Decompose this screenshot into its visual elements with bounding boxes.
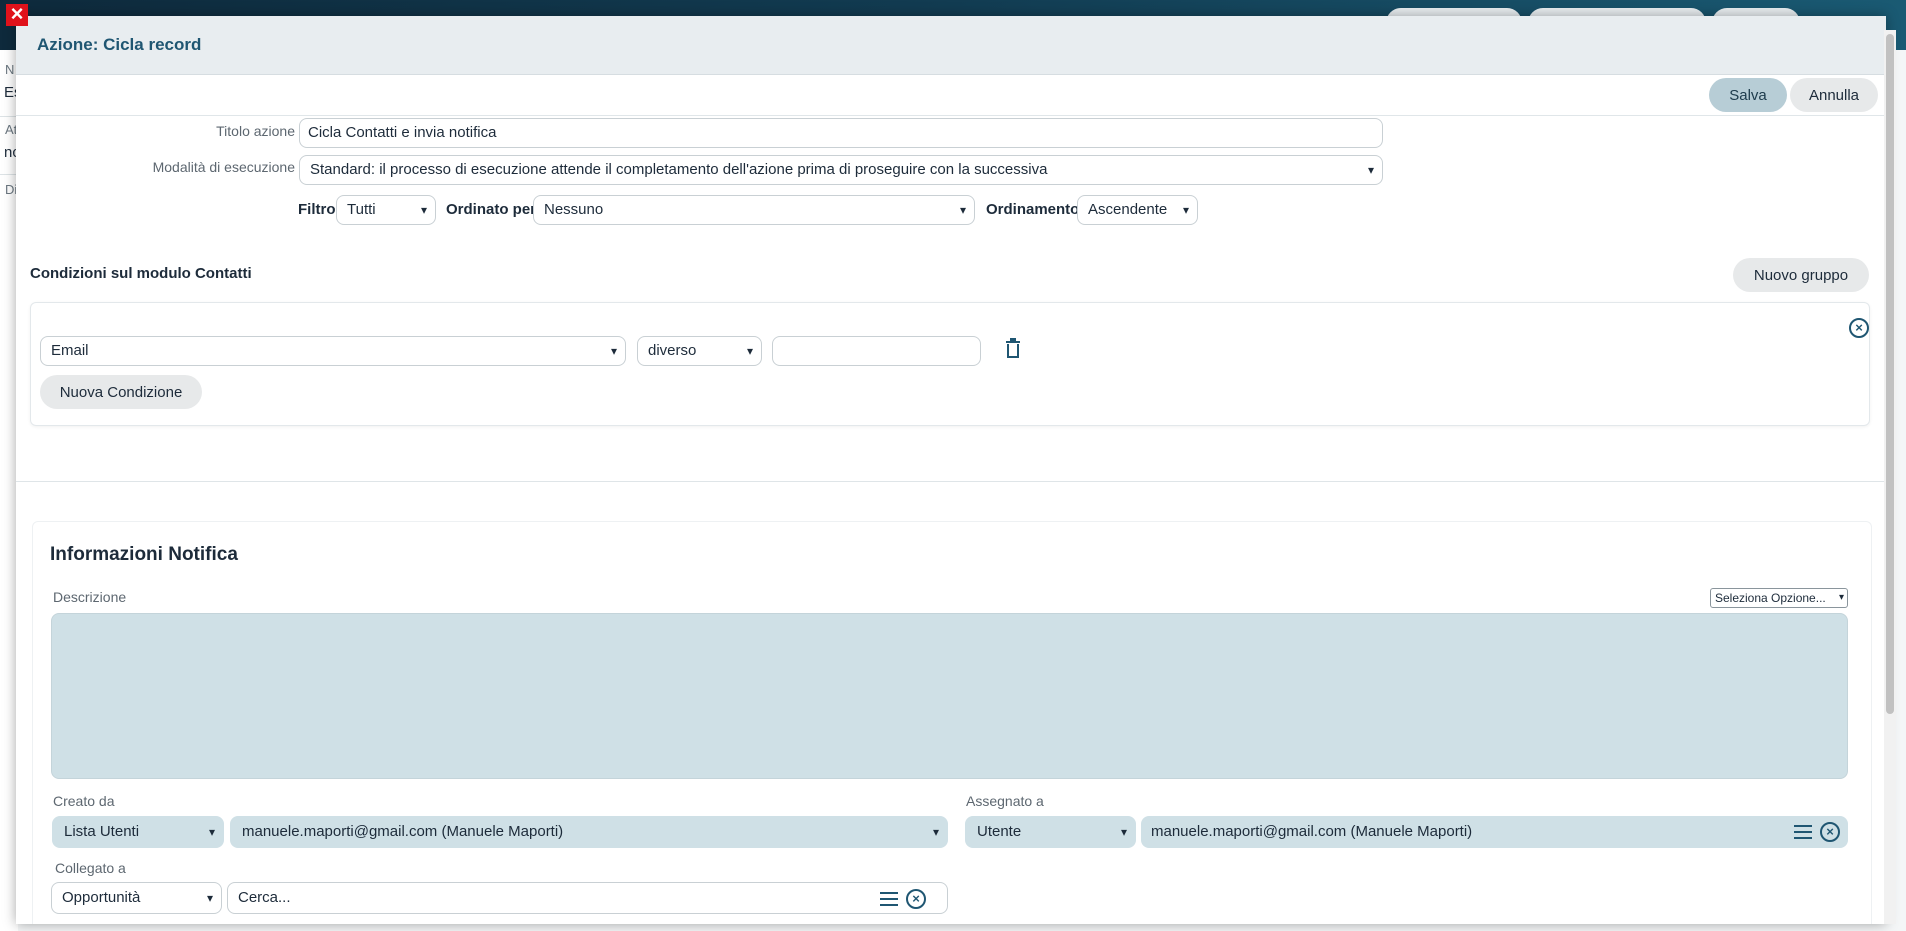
description-textarea[interactable] (51, 613, 1848, 779)
linked-to-type-select[interactable]: Opportunità ▾ (51, 882, 222, 914)
list-icon[interactable] (880, 892, 898, 906)
ordering-label: Ordinamento (986, 201, 1080, 218)
created-by-type-select[interactable]: Lista Utenti ▾ (52, 816, 224, 848)
ordering-value: Ascendente (1088, 201, 1168, 218)
modal-scrollbar[interactable] (1884, 30, 1896, 924)
condition-operator-value: diverso (648, 342, 697, 359)
section-divider (16, 481, 1886, 482)
action-title-input[interactable]: Cicla Contatti e invia notifica (299, 118, 1383, 148)
cancel-button[interactable]: Annulla (1790, 78, 1878, 112)
modal-header: Azione: Cicla record (16, 16, 1886, 75)
clear-assigned-icon[interactable]: × (1820, 822, 1840, 842)
save-button[interactable]: Salva (1709, 78, 1787, 112)
modal-title: Azione: Cicla record (37, 35, 202, 54)
filter-value: Tutti (347, 201, 376, 218)
new-condition-button[interactable]: Nuova Condizione (40, 375, 202, 409)
created-by-type-value: Lista Utenti (64, 823, 140, 840)
assigned-to-value: manuele.maporti@gmail.com (Manuele Mapor… (1151, 823, 1473, 840)
trash-icon[interactable] (1005, 338, 1021, 358)
order-by-label: Ordinato per (446, 201, 537, 218)
created-by-label: Creato da (53, 793, 115, 809)
background-label: N (5, 62, 15, 77)
order-by-value: Nessuno (544, 201, 604, 218)
option-select[interactable]: Seleziona Opzione... ▾ (1710, 588, 1848, 608)
condition-field-select[interactable]: Email ▾ (40, 336, 626, 366)
chevron-down-icon: ▾ (610, 344, 617, 358)
chevron-down-icon: ▾ (932, 825, 939, 839)
clear-linked-icon[interactable]: × (906, 889, 926, 909)
condition-group: × Email ▾ diverso ▾ Nuova Condizione (30, 302, 1870, 426)
chevron-down-icon: ▾ (206, 891, 213, 905)
notification-title: Informazioni Notifica (50, 544, 238, 565)
conditions-title: Condizioni sul modulo Contatti (30, 265, 252, 282)
remove-group-icon[interactable]: × (1849, 318, 1869, 338)
assigned-to-label: Assegnato a (966, 793, 1044, 809)
chevron-down-icon: ▾ (1182, 203, 1189, 217)
linked-to-search-placeholder: Cerca... (238, 889, 291, 906)
assigned-to-type-select[interactable]: Utente ▾ (965, 816, 1136, 848)
condition-operator-select[interactable]: diverso ▾ (637, 336, 762, 366)
divider (0, 174, 16, 175)
chevron-down-icon: ▾ (1838, 592, 1844, 603)
linked-to-search[interactable]: Cerca... (227, 882, 948, 914)
description-label: Descrizione (53, 589, 127, 605)
list-icon[interactable] (1794, 825, 1812, 839)
linked-to-label: Collegato a (55, 860, 126, 876)
chevron-down-icon: ▾ (420, 203, 427, 217)
new-group-button[interactable]: Nuovo gruppo (1733, 258, 1869, 292)
chevron-down-icon: ▾ (208, 825, 215, 839)
execution-mode-label: Modalità di esecuzione (152, 159, 295, 175)
assigned-to-field[interactable]: manuele.maporti@gmail.com (Manuele Mapor… (1141, 816, 1848, 848)
created-by-user-select[interactable]: manuele.maporti@gmail.com (Manuele Mapor… (230, 816, 948, 848)
execution-mode-value: Standard: il processo di esecuzione atte… (310, 161, 1048, 178)
action-modal: Azione: Cicla record Salva Annulla Titol… (16, 16, 1886, 924)
divider (0, 116, 16, 117)
created-by-user-value: manuele.maporti@gmail.com (Manuele Mapor… (242, 823, 564, 840)
chevron-down-icon: ▾ (1367, 163, 1374, 177)
linked-to-type-value: Opportunità (62, 889, 141, 906)
scrollbar-thumb[interactable] (1886, 34, 1894, 714)
chevron-down-icon: ▾ (1120, 825, 1127, 839)
condition-field-value: Email (51, 342, 89, 359)
chevron-down-icon: ▾ (746, 344, 753, 358)
execution-mode-select[interactable]: Standard: il processo di esecuzione atte… (299, 155, 1383, 185)
chevron-down-icon: ▾ (959, 203, 966, 217)
filter-label: Filtro (298, 201, 336, 218)
filter-select[interactable]: Tutti ▾ (336, 195, 436, 225)
modal-toolbar: Salva Annulla (16, 75, 1886, 116)
assigned-to-type-value: Utente (977, 823, 1022, 840)
condition-value-input[interactable] (772, 336, 981, 366)
close-icon[interactable]: × (6, 3, 28, 26)
action-title-label: Titolo azione (216, 123, 295, 139)
option-select-value: Seleziona Opzione... (1715, 591, 1826, 605)
order-by-select[interactable]: Nessuno ▾ (533, 195, 975, 225)
ordering-select[interactable]: Ascendente ▾ (1077, 195, 1198, 225)
